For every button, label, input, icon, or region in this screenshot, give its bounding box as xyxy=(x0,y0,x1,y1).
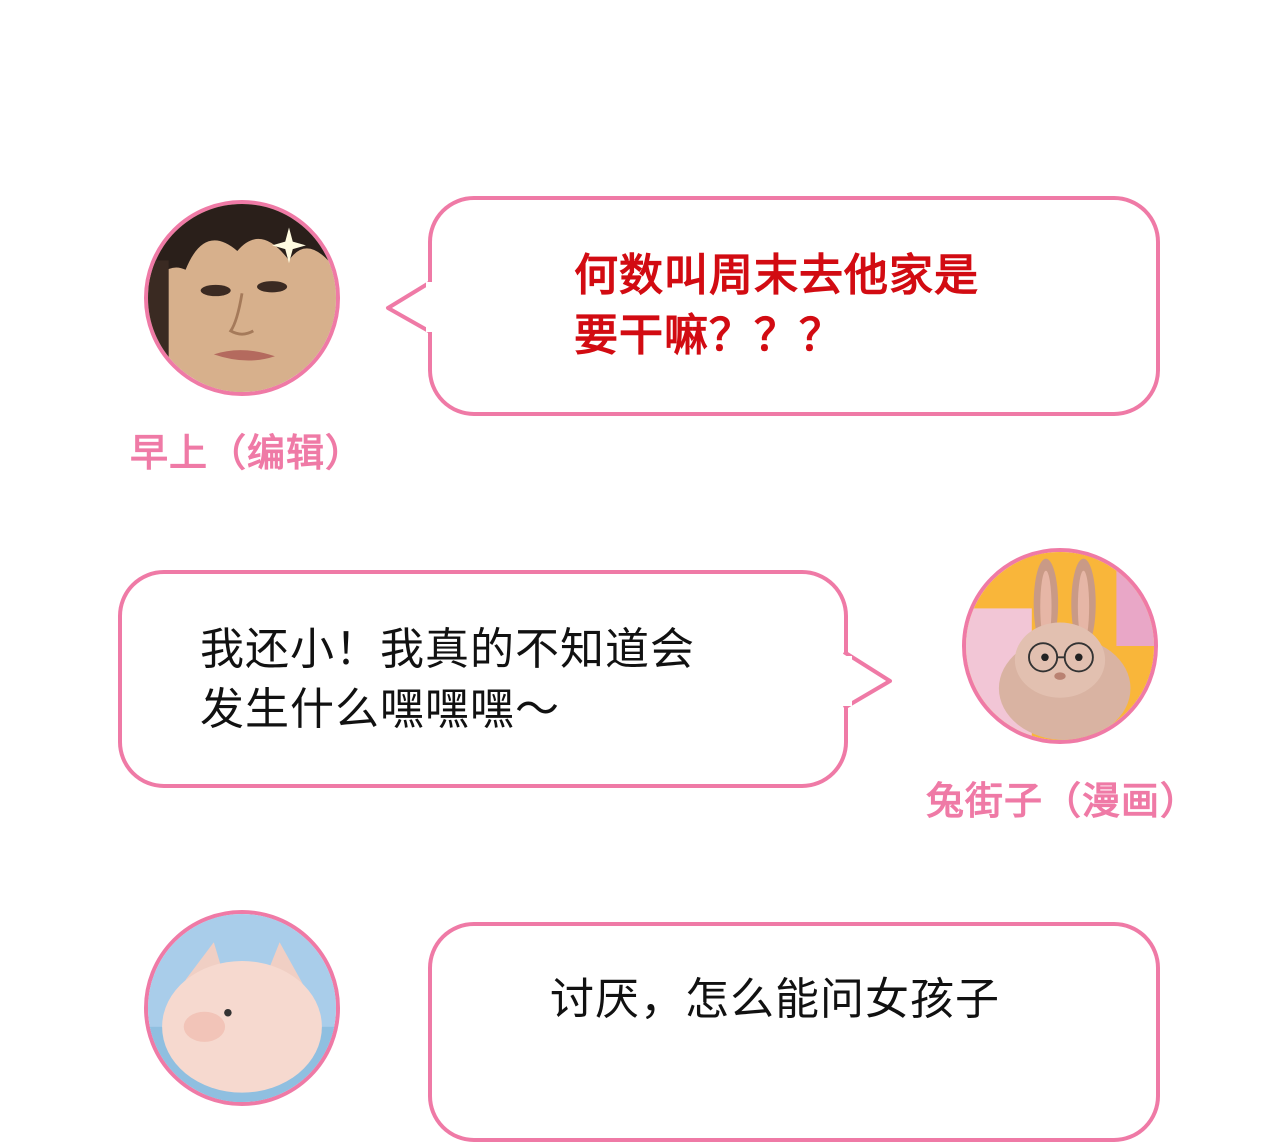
chat-message-3: 讨厌，怎么能问女孩子 xyxy=(0,0,1280,1142)
avatar-pig xyxy=(144,910,340,1106)
speech-bubble xyxy=(428,922,1160,1142)
message-text: 讨厌，怎么能问女孩子 xyxy=(550,974,1000,1025)
pig-icon xyxy=(148,914,336,1102)
